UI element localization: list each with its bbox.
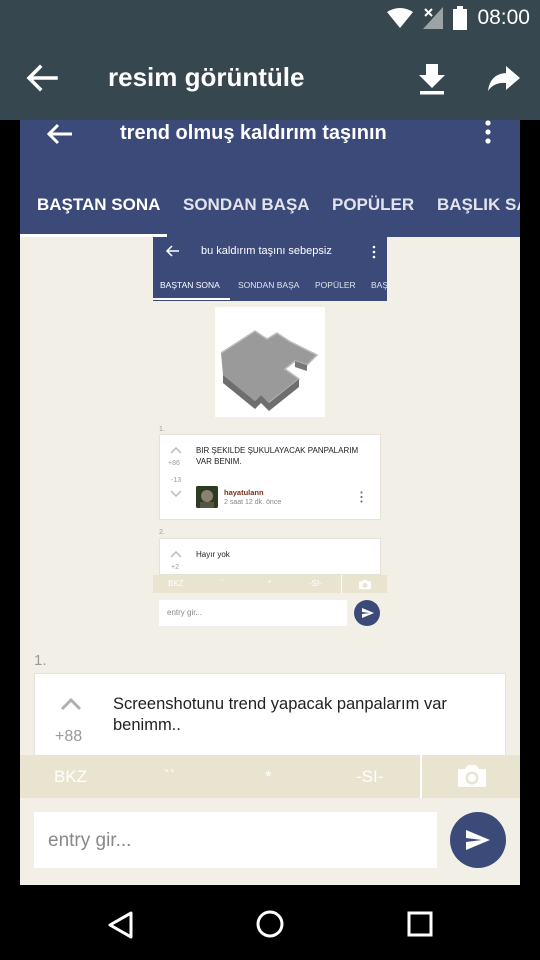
upvote-score: +2 — [171, 564, 179, 571]
nested-tab: BAŞ — [371, 280, 387, 290]
entry-time: 2 saat 12 dk. önce — [224, 499, 282, 506]
nested-screenshot: bu kaldırım taşını sebepsiz BAŞTAN SONA … — [153, 237, 387, 630]
back-arrow-icon — [165, 245, 179, 257]
tab-sondan-basa: SONDAN BAŞA — [183, 195, 310, 214]
download-icon[interactable] — [412, 58, 452, 98]
entry-card: +88 Screenshotunu trend yapacak panpalar… — [34, 673, 506, 763]
status-icons: 08:00 — [387, 5, 530, 31]
status-time: 08:00 — [477, 6, 530, 29]
avatar-picture — [196, 486, 218, 508]
downvote-icon — [170, 490, 182, 498]
nested-title: bu kaldırım taşını sebepsiz — [201, 245, 332, 257]
input-placeholder: entry gir... — [167, 608, 203, 617]
tab-indicator — [153, 298, 230, 300]
upvote-icon — [170, 446, 182, 454]
nested-camera — [341, 575, 387, 593]
key-si: -SI- — [309, 579, 322, 588]
entry-number: 1. — [34, 652, 47, 669]
key-bar: BKZ `` * -SI- — [20, 755, 520, 798]
paving-stone-picture — [220, 330, 319, 411]
key-bkz: BKZ — [168, 579, 184, 588]
key-si: -SI- — [356, 767, 384, 786]
displayed-image[interactable]: trend olmuş kaldırım taşının BAŞTAN SONA… — [20, 120, 520, 885]
nested-header: bu kaldırım taşını sebepsiz BAŞTAN SONA … — [153, 237, 387, 301]
entry-text: Screenshotunu trend yapacak panpalarım v… — [113, 695, 447, 734]
camera-area — [420, 755, 520, 798]
signal-icon — [423, 7, 444, 29]
nested-tab: SONDAN BAŞA — [238, 280, 300, 290]
key-bkz: BKZ — [54, 767, 88, 786]
nested-send-button — [354, 600, 380, 626]
paving-stone-image — [215, 307, 325, 417]
avatar — [196, 486, 218, 508]
send-icon — [362, 608, 374, 618]
tab-baslik: BAŞLIK SA — [437, 195, 520, 214]
entry-number: 2. — [159, 529, 165, 536]
wifi-icon — [387, 8, 414, 28]
nested-tab: BAŞTAN SONA — [160, 280, 220, 290]
key-backtick: `` — [220, 579, 226, 588]
nested-entry-card: +86 -13 BIR ŞEKILDE ŞUKULAYACAK PANPALAR… — [159, 434, 381, 520]
nav-home-icon[interactable] — [256, 910, 284, 938]
entry-number: 1. — [159, 426, 165, 433]
send-button — [450, 812, 506, 868]
upvote-score: +88 — [55, 728, 83, 745]
tab-indicator — [20, 234, 167, 237]
viewer-title: resim görüntüle — [108, 62, 305, 92]
upvote-score: +86 — [168, 460, 180, 467]
navigation-bar — [0, 888, 540, 960]
author-name: hayatulann — [224, 488, 264, 497]
back-arrow-icon — [46, 123, 72, 145]
nested-tab: POPÜLER — [315, 280, 356, 290]
upvote-icon — [170, 550, 182, 558]
screenshot-title: trend olmuş kaldırım taşının — [120, 122, 387, 144]
tab-populer: POPÜLER — [332, 195, 415, 214]
back-arrow-icon[interactable] — [22, 58, 62, 98]
send-icon — [466, 830, 490, 850]
nav-back-icon[interactable] — [106, 910, 134, 940]
entry-text: BIR ŞEKILDE ŞUKULAYACAK PANPALARIM VAR B… — [196, 446, 359, 466]
tab-bastan-sona: BAŞTAN SONA — [37, 195, 161, 214]
screenshot-tabs: BAŞTAN SONA SONDAN BAŞA POPÜLER BAŞLIK S… — [20, 192, 520, 237]
camera-icon — [359, 579, 371, 590]
nested-entry-input: entry gir... — [159, 600, 347, 626]
nested-key-bar: BKZ `` * -SI- — [153, 575, 387, 593]
status-bar: 08:00 — [0, 0, 540, 36]
downvote-score: -13 — [171, 477, 182, 484]
more-vert-icon — [360, 491, 363, 503]
nested-tabs: BAŞTAN SONA SONDAN BAŞA POPÜLER BAŞ — [153, 275, 387, 301]
viewer-toolbar: resim görüntüle — [0, 36, 540, 120]
entry-input: entry gir... — [34, 812, 437, 868]
key-backtick: `` — [164, 767, 176, 786]
more-vert-icon — [485, 120, 491, 144]
screenshot-header: trend olmuş kaldırım taşının BAŞTAN SONA… — [20, 120, 520, 237]
battery-icon — [453, 6, 468, 30]
nav-recents-icon[interactable] — [407, 911, 433, 937]
input-placeholder: entry gir... — [48, 830, 132, 851]
key-star: * — [268, 579, 272, 588]
entry-text: Hayır yok — [196, 550, 230, 559]
more-vert-icon — [372, 245, 376, 259]
camera-icon — [458, 765, 486, 787]
share-icon[interactable] — [484, 58, 524, 98]
upvote-icon — [60, 697, 82, 711]
key-star: * — [265, 767, 272, 786]
nested-entry-card: +2 Hayır yok — [159, 538, 381, 575]
